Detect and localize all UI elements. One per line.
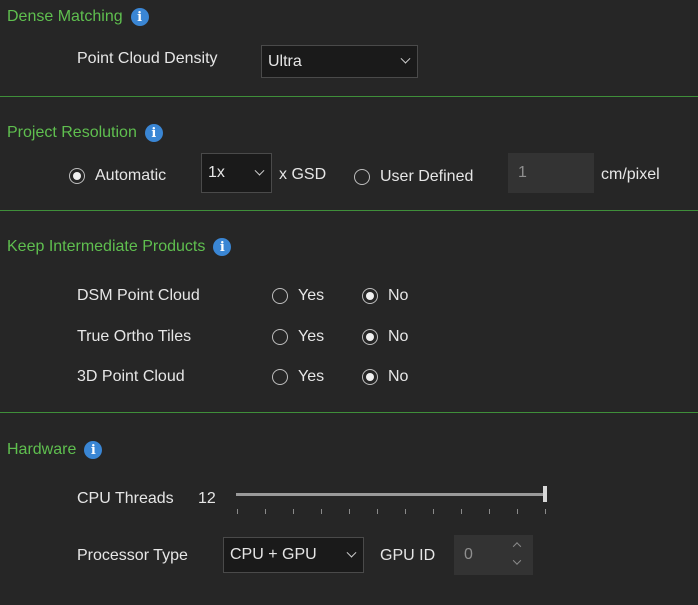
chevron-up-icon[interactable] [512,540,522,550]
section-divider [0,96,698,97]
user-defined-resolution-input[interactable]: 1 [508,153,594,193]
resolution-automatic-radio[interactable]: Automatic [69,167,166,185]
yes-label: Yes [298,287,325,304]
hardware-title-text: Hardware [7,441,77,458]
unit-label: cm/pixel [601,166,660,183]
gpu-id-label: GPU ID [380,547,436,564]
radio-unselected-icon [354,169,370,185]
project-resolution-section-title: Project Resolution i [7,124,163,142]
gsd-multiplier-value: 1x [208,164,225,181]
chevron-down-icon [254,165,265,176]
point-cloud-density-label: Point Cloud Density [77,50,218,67]
hardware-section-title: Hardware i [7,441,103,459]
user-defined-resolution-value: 1 [518,164,527,181]
yes-label: Yes [298,368,325,385]
dense-matching-section-title: Dense Matching i [7,8,149,26]
project-resolution-title-text: Project Resolution [7,124,137,141]
cpu-threads-value: 12 [198,490,216,507]
radio-unselected-icon [272,288,288,304]
section-divider [0,210,698,211]
radio-unselected-icon [272,369,288,385]
dsm-point-cloud-label: DSM Point Cloud [77,287,200,304]
resolution-user-defined-radio[interactable]: User Defined [354,168,473,186]
cpu-threads-slider-track[interactable] [236,493,547,496]
radio-selected-icon [362,369,378,385]
point-cloud-density-select[interactable]: Ultra [261,45,418,78]
no-label: No [388,287,409,304]
automatic-label: Automatic [95,167,167,184]
gsd-multiplier-select[interactable]: 1x [201,153,272,193]
info-icon[interactable]: i [213,238,232,256]
true-ortho-tiles-no-radio[interactable]: No [362,328,408,346]
dsm-point-cloud-yes-radio[interactable]: Yes [272,287,324,305]
gpu-id-value: 0 [464,546,473,563]
radio-selected-icon [362,288,378,304]
point-cloud-density-value: Ultra [268,52,302,70]
3d-point-cloud-no-radio[interactable]: No [362,368,408,386]
info-icon[interactable]: i [130,8,149,26]
3d-point-cloud-yes-radio[interactable]: Yes [272,368,324,386]
chevron-down-icon[interactable] [512,557,522,567]
radio-selected-icon [362,329,378,345]
info-icon[interactable]: i [84,441,103,459]
no-label: No [388,328,409,345]
cpu-threads-label: CPU Threads [77,490,174,507]
chevron-down-icon [346,547,357,558]
dsm-point-cloud-no-radio[interactable]: No [362,287,408,305]
3d-point-cloud-label: 3D Point Cloud [77,368,185,385]
info-icon[interactable]: i [144,124,163,142]
processor-type-value: CPU + GPU [230,546,317,563]
yes-label: Yes [298,328,325,345]
cpu-threads-slider-handle[interactable] [543,486,547,502]
processor-type-label: Processor Type [77,547,188,564]
processor-type-select[interactable]: CPU + GPU [223,537,364,573]
chevron-down-icon [400,53,411,64]
gsd-label: x GSD [279,166,327,183]
keep-intermediate-title-text: Keep Intermediate Products [7,238,206,255]
keep-intermediate-section-title: Keep Intermediate Products i [7,238,232,256]
radio-unselected-icon [272,329,288,345]
user-defined-label: User Defined [380,168,474,185]
section-divider [0,412,698,413]
dense-matching-title-text: Dense Matching [7,8,123,25]
no-label: No [388,368,409,385]
true-ortho-tiles-yes-radio[interactable]: Yes [272,328,324,346]
radio-selected-icon [69,168,85,184]
true-ortho-tiles-label: True Ortho Tiles [77,328,192,345]
